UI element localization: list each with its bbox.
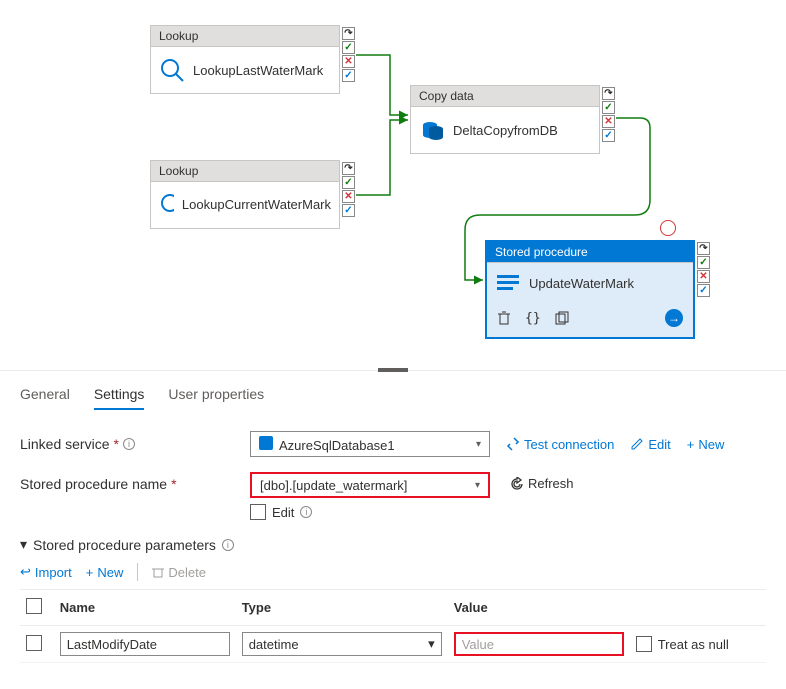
chevron-down-icon: ▾ — [428, 636, 435, 652]
param-type-dropdown[interactable]: datetime▾ — [242, 632, 442, 656]
activity-name: LookupLastWaterMark — [193, 63, 323, 78]
col-type: Type — [236, 590, 448, 626]
treat-as-null-label: Treat as null — [658, 637, 729, 652]
delete-icon[interactable] — [497, 311, 511, 325]
table-row: LastModifyDate datetime▾ Value Treat as … — [20, 626, 766, 663]
selection-handle[interactable] — [660, 220, 676, 236]
copy-data-icon — [419, 117, 445, 143]
activity-type-label: Copy data — [411, 86, 599, 107]
refresh-button[interactable]: Refresh — [510, 476, 574, 491]
param-name-input[interactable]: LastModifyDate — [60, 632, 230, 656]
test-connection-icon — [506, 437, 520, 451]
toolbar-separator — [137, 563, 138, 581]
param-value-input[interactable]: Value — [454, 632, 624, 656]
edit-linked-service-button[interactable]: Edit — [630, 437, 670, 452]
parameters-table: Name Type Value LastModifyDate datetime▾… — [20, 589, 766, 663]
info-icon[interactable]: i — [123, 438, 135, 450]
chevron-down-icon: ▾ — [20, 536, 27, 553]
status-indicators: ↷ ✓ ✕ ✓ — [602, 87, 615, 142]
info-icon[interactable]: i — [222, 539, 234, 551]
refresh-icon — [510, 477, 524, 491]
activity-name: DeltaCopyfromDB — [453, 123, 558, 138]
row-checkbox[interactable] — [26, 635, 42, 651]
stored-procedure-name-label: Stored procedure name* — [20, 472, 250, 492]
tab-settings[interactable]: Settings — [94, 380, 145, 410]
activity-lookup-current[interactable]: Lookup LookupCurrentWaterMark — [150, 160, 340, 229]
stored-procedure-icon — [495, 273, 521, 293]
activity-name: UpdateWaterMark — [529, 276, 634, 291]
edit-icon — [630, 437, 644, 451]
lookup-icon — [159, 192, 174, 218]
status-indicators: ↷ ✓ ✕ ✓ — [697, 242, 710, 297]
edit-checkbox-label: Edit — [272, 505, 294, 520]
import-icon: ↩ — [20, 564, 31, 580]
chevron-down-icon: ▾ — [476, 439, 481, 450]
activity-type-label: Stored procedure — [487, 242, 693, 263]
activity-type-label: Lookup — [151, 161, 339, 182]
stored-procedure-name-dropdown[interactable]: [dbo].[update_watermark] ▾ — [250, 472, 490, 498]
tab-user-properties[interactable]: User properties — [168, 380, 264, 410]
import-button[interactable]: ↩Import — [20, 564, 72, 580]
activity-stored-procedure[interactable]: Stored procedure UpdateWaterMark {} → — [485, 240, 695, 339]
database-icon — [259, 436, 273, 450]
panel-tabs: General Settings User properties — [20, 380, 766, 410]
lookup-icon — [159, 57, 185, 83]
activity-name: LookupCurrentWaterMark — [182, 197, 331, 213]
new-linked-service-button[interactable]: + New — [687, 437, 725, 452]
delete-icon — [152, 566, 164, 578]
col-value: Value — [448, 590, 630, 626]
pipeline-canvas[interactable]: Lookup LookupLastWaterMark ↷ ✓ ✕ ✓ Looku… — [0, 0, 786, 370]
clone-icon[interactable] — [555, 311, 569, 325]
edit-checkbox[interactable] — [250, 504, 266, 520]
activity-type-label: Lookup — [151, 26, 339, 47]
status-indicators: ↷ ✓ ✕ ✓ — [342, 162, 355, 217]
status-indicators: ↷ ✓ ✕ ✓ — [342, 27, 355, 82]
linked-service-dropdown[interactable]: AzureSqlDatabase1 ▾ — [250, 431, 490, 457]
new-parameter-button[interactable]: +New — [86, 565, 124, 580]
delete-parameter-button: Delete — [152, 565, 206, 580]
properties-panel: General Settings User properties Linked … — [20, 380, 766, 663]
code-icon[interactable]: {} — [525, 311, 541, 326]
info-icon[interactable]: i — [300, 506, 312, 518]
treat-as-null-checkbox[interactable] — [636, 636, 652, 652]
chevron-down-icon: ▾ — [475, 480, 480, 491]
activity-lookup-last[interactable]: Lookup LookupLastWaterMark — [150, 25, 340, 94]
col-name: Name — [54, 590, 236, 626]
select-all-checkbox[interactable] — [26, 598, 42, 614]
plus-icon: + — [687, 437, 695, 452]
activity-copy-data[interactable]: Copy data DeltaCopyfromDB — [410, 85, 600, 154]
arrow-right-icon[interactable]: → — [665, 309, 683, 327]
parameters-section-header[interactable]: ▾ Stored procedure parameters i — [20, 536, 766, 553]
test-connection-button[interactable]: Test connection — [506, 437, 614, 452]
linked-service-label: Linked service*i — [20, 436, 250, 452]
tab-general[interactable]: General — [20, 380, 70, 410]
plus-icon: + — [86, 565, 94, 580]
panel-resize-handle[interactable] — [0, 370, 786, 371]
